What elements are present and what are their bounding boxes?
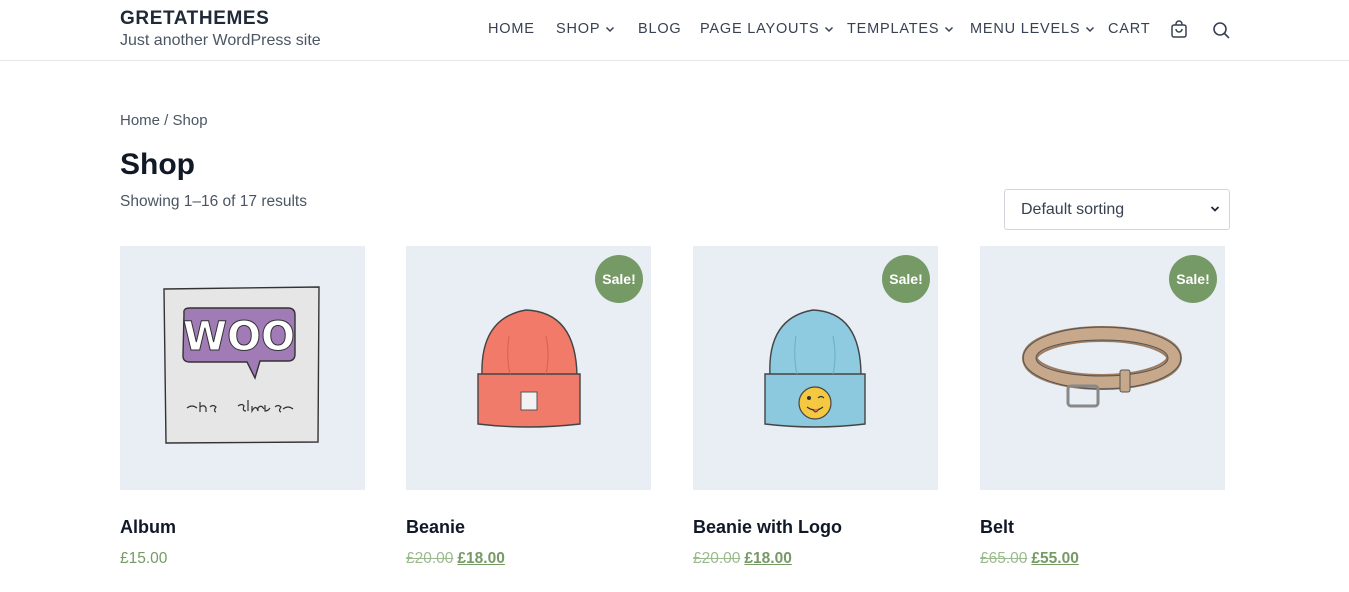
- cart-icon[interactable]: [1169, 20, 1189, 40]
- product-name[interactable]: Beanie: [406, 517, 465, 538]
- product-price: £65.00 £55.00: [980, 550, 1079, 568]
- nav-templates[interactable]: TEMPLATES: [847, 21, 955, 37]
- product-price: £20.00 £18.00: [693, 550, 792, 568]
- sorting-select-value: Default sorting: [1021, 200, 1125, 218]
- nav-page-layouts[interactable]: PAGE LAYOUTS: [700, 21, 835, 37]
- chevron-down-icon: [606, 26, 615, 33]
- product-card: Sale! Beanie with Logo £20.00 £18.00: [693, 246, 938, 567]
- nav-home[interactable]: HOME: [488, 21, 535, 37]
- old-price: £20.00: [406, 550, 454, 567]
- search-icon[interactable]: [1211, 20, 1231, 40]
- site-title[interactable]: GRETATHEMES: [120, 8, 269, 30]
- product-image[interactable]: Sale!: [980, 246, 1225, 490]
- sale-badge: Sale!: [595, 255, 643, 303]
- chevron-down-icon: [945, 26, 954, 33]
- product-price: £15.00: [120, 550, 167, 568]
- old-price: £20.00: [693, 550, 741, 567]
- old-price: £65.00: [980, 550, 1028, 567]
- nav-menu-levels-label: MENU LEVELS: [970, 21, 1081, 37]
- sale-price: £18.00: [744, 550, 792, 567]
- sale-badge: Sale!: [1169, 255, 1217, 303]
- product-card: Sale! Belt £65.00 £55.00: [980, 246, 1225, 567]
- breadcrumb-current: Shop: [172, 112, 208, 129]
- sorting-select[interactable]: Default sorting: [1004, 189, 1230, 230]
- product-image[interactable]: Sale!: [693, 246, 938, 490]
- result-count: Showing 1–16 of 17 results: [120, 193, 307, 210]
- product-image[interactable]: Sale!: [406, 246, 651, 490]
- svg-text:WOO: WOO: [183, 314, 295, 360]
- album-illustration: WOO: [163, 286, 320, 444]
- chevron-down-icon: [825, 26, 834, 33]
- nav-menu-levels[interactable]: MENU LEVELS: [970, 21, 1096, 37]
- product-card: WOO Album £15.00: [120, 246, 365, 567]
- sale-price: £18.00: [457, 550, 505, 567]
- nav-templates-label: TEMPLATES: [847, 21, 940, 37]
- nav-cart-label: CART: [1108, 21, 1151, 37]
- product-name[interactable]: Album: [120, 517, 176, 538]
- product-image[interactable]: WOO: [120, 246, 365, 490]
- page-title: Shop: [120, 148, 195, 181]
- site-tagline: Just another WordPress site: [120, 32, 321, 49]
- nav-cart[interactable]: CART: [1108, 21, 1150, 37]
- nav-shop[interactable]: SHOP: [556, 21, 616, 37]
- chevron-down-icon: [1210, 206, 1220, 212]
- nav-page-layouts-label: PAGE LAYOUTS: [700, 21, 820, 37]
- chevron-down-icon: [1086, 26, 1095, 33]
- price-value: £15.00: [120, 550, 168, 567]
- sale-price: £55.00: [1031, 550, 1079, 567]
- site-header: GRETATHEMES Just another WordPress site …: [0, 0, 1349, 61]
- nav-home-label: HOME: [488, 21, 535, 37]
- nav-blog-label: BLOG: [638, 21, 682, 37]
- product-card: Sale! Beanie £20.00 £18.00: [406, 246, 651, 567]
- breadcrumb-home-link[interactable]: Home: [120, 112, 160, 129]
- product-name[interactable]: Belt: [980, 517, 1014, 538]
- breadcrumb-separator: /: [160, 112, 173, 129]
- nav-blog[interactable]: BLOG: [638, 21, 682, 37]
- breadcrumb: Home / Shop: [120, 112, 208, 129]
- nav-shop-label: SHOP: [556, 21, 601, 37]
- sale-badge: Sale!: [882, 255, 930, 303]
- product-price: £20.00 £18.00: [406, 550, 505, 568]
- product-name[interactable]: Beanie with Logo: [693, 517, 842, 538]
